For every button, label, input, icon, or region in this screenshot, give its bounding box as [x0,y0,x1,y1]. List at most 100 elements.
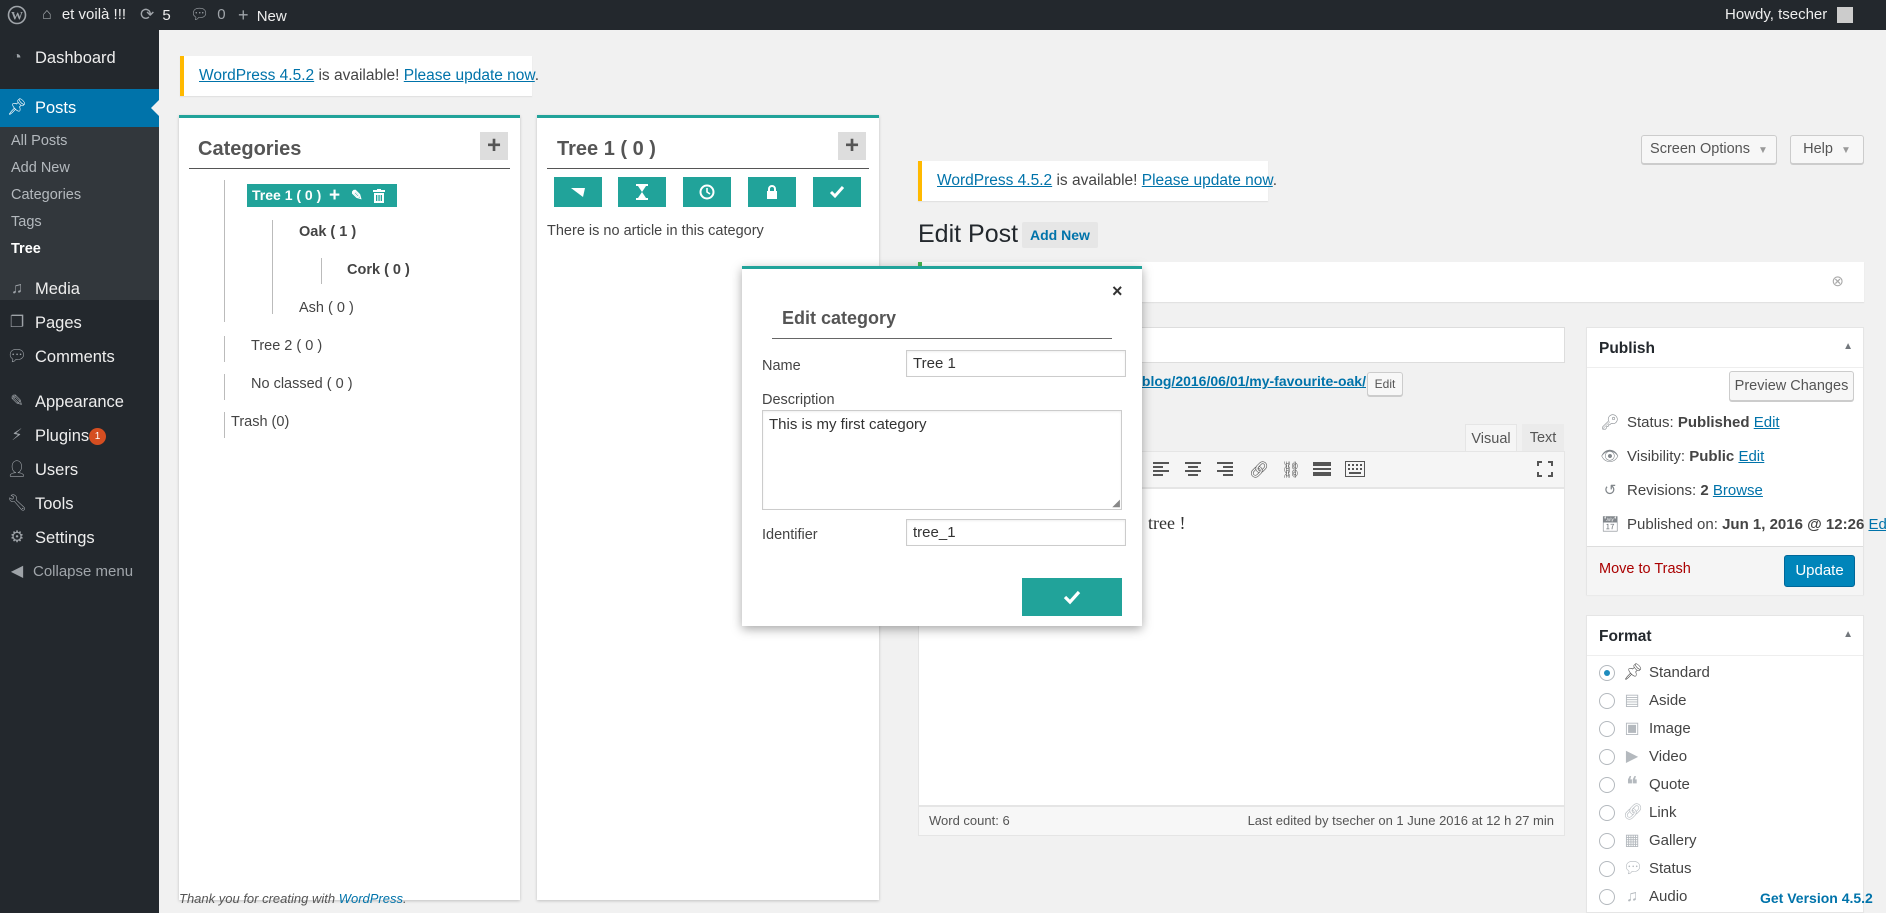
preview-changes-button[interactable]: Preview Changes [1729,371,1854,401]
submenu-add-new[interactable]: Add New [0,155,159,182]
filter-private-button[interactable] [748,177,796,207]
save-category-button[interactable] [1022,578,1122,616]
format-option-gallery[interactable]: ▦ Gallery [1599,831,1697,851]
name-input[interactable] [906,350,1126,377]
fullscreen-icon[interactable] [1537,461,1553,477]
resize-handle-icon[interactable]: ◢ [1112,498,1120,509]
updates-link[interactable]: ⟳ 5 [140,0,171,30]
screen-options-button[interactable]: Screen Options ▼ [1641,135,1777,164]
filter-scheduled-button[interactable] [683,177,731,207]
collapse-arrow-icon[interactable]: ▲ [1843,629,1853,640]
radio[interactable] [1599,889,1615,906]
unlink-icon[interactable]: ⛓︎ [1281,460,1301,480]
menu-dashboard[interactable]: ◔ Dashboard [0,41,159,75]
menu-settings[interactable]: ⚙ Settings [0,521,159,555]
menu-appearance[interactable]: ✎ Appearance [0,385,159,419]
permalink-link[interactable]: /blog/2016/06/01/my-favourite-oak/ [1138,373,1366,389]
radio[interactable] [1599,777,1615,794]
align-center-icon[interactable] [1185,462,1201,476]
menu-media[interactable]: ♫ Media [0,272,159,306]
move-to-trash-link[interactable]: Move to Trash [1599,561,1691,577]
tree-node-selected[interactable]: Tree 1 ( 0 ) + ✎ [247,184,397,207]
align-right-icon[interactable] [1217,462,1233,476]
my-account-link[interactable]: Howdy, tsecher [1725,0,1854,30]
new-content-link[interactable]: + New [238,0,287,30]
radio[interactable] [1599,693,1615,710]
format-option-image[interactable]: ▣ Image [1599,719,1691,739]
tree-node[interactable]: No classed ( 0 ) [251,376,353,392]
add-category-button[interactable]: + [480,132,508,160]
tree-node[interactable]: Ash ( 0 ) [299,300,354,316]
tree-node[interactable]: Oak ( 1 ) [299,224,356,240]
tree-node[interactable]: Tree 2 ( 0 ) [251,338,322,354]
wrench-icon: 🔧︎ [6,495,28,512]
identifier-input[interactable] [906,519,1126,546]
dismiss-icon[interactable]: ⊗ [1831,272,1844,290]
collapse-arrow-icon[interactable]: ▲ [1843,341,1853,352]
format-option-standard[interactable]: 📌︎ Standard [1599,663,1710,683]
submenu-all-posts[interactable]: All Posts [0,128,159,155]
radio[interactable] [1599,805,1615,822]
audio-icon: ♫ [1626,888,1638,906]
menu-tools[interactable]: 🔧︎ Tools [0,487,159,521]
collapse-menu[interactable]: ◀ Collapse menu [0,555,159,589]
link-icon[interactable]: 🔗︎ [1249,460,1269,480]
format-option-video[interactable]: ▶ Video [1599,747,1687,767]
add-new-post-button[interactable]: Add New [1022,222,1098,248]
tree-node-trash[interactable]: Trash (0) [231,414,289,430]
menu-users[interactable]: 👤︎ Users [0,453,159,487]
align-left-icon[interactable] [1153,462,1169,476]
comments-link[interactable]: 💬︎ 0 [190,0,226,30]
menu-plugins[interactable]: ⚡︎ Plugins 1 [0,419,159,453]
wordpress-link[interactable]: WordPress [339,891,403,906]
wordpress-version-link[interactable]: WordPress 4.5.2 [937,172,1052,189]
help-button[interactable]: Help ▼ [1790,135,1864,164]
radio[interactable] [1599,721,1615,738]
visibility-row: 👁︎ Visibility: Public Edit [1600,448,1765,465]
format-option-quote[interactable]: ❝ Quote [1599,774,1690,796]
permalink-edit-button[interactable]: Edit [1367,372,1403,396]
description-textarea[interactable]: This is my first category ◢ [762,410,1122,510]
format-option-audio[interactable]: ♫ Audio [1599,887,1687,907]
site-name-link[interactable]: ⌂ et voilà !!! [42,0,126,30]
update-button[interactable]: Update [1784,555,1855,587]
browse-revisions-link[interactable]: Browse [1713,482,1763,499]
get-version-link[interactable]: Get Version 4.5.2 [1760,890,1873,906]
add-article-button[interactable]: + [838,132,866,160]
radio-checked[interactable] [1599,665,1615,682]
tab-text[interactable]: Text [1522,424,1564,452]
format-option-status[interactable]: 💬︎ Status [1599,859,1692,879]
edit-status-link[interactable]: Edit [1754,414,1780,431]
read-more-icon[interactable] [1313,462,1331,476]
toolbar-toggle-icon[interactable] [1345,461,1365,477]
media-icon: ♫ [11,280,23,297]
submenu-tree[interactable]: Tree [0,236,159,263]
filter-published-button[interactable] [813,177,861,207]
pencil-icon[interactable]: ✎ [351,184,363,207]
update-now-link[interactable]: Please update now [1142,172,1273,189]
close-icon[interactable]: × [1112,281,1123,302]
submenu-categories[interactable]: Categories [0,182,159,209]
tab-visual[interactable]: Visual [1465,424,1517,452]
menu-posts[interactable]: 📌︎ Posts [0,89,159,127]
tree-node[interactable]: Cork ( 0 ) [347,262,410,278]
filter-flag-button[interactable] [554,177,602,207]
radio[interactable] [1599,861,1615,878]
edit-date-link[interactable]: Edit [1868,516,1886,533]
menu-comments[interactable]: 💬︎ Comments [0,340,159,374]
format-option-aside[interactable]: ▤ Aside [1599,691,1687,711]
radio[interactable] [1599,833,1615,850]
filter-pending-button[interactable] [618,177,666,207]
wordpress-logo-icon[interactable]: W [7,0,27,30]
trash-icon[interactable] [373,189,385,203]
wordpress-version-link[interactable]: WordPress 4.5.2 [199,67,314,84]
add-child-icon[interactable]: + [329,184,340,207]
pin-icon: 📌︎ [6,99,28,116]
tree-line [321,258,322,284]
submenu-tags[interactable]: Tags [0,209,159,236]
format-option-link[interactable]: 🔗︎ Link [1599,803,1677,823]
menu-pages[interactable]: ❐ Pages [0,306,159,340]
update-now-link[interactable]: Please update now [404,67,535,84]
edit-visibility-link[interactable]: Edit [1738,448,1764,465]
radio[interactable] [1599,749,1615,766]
